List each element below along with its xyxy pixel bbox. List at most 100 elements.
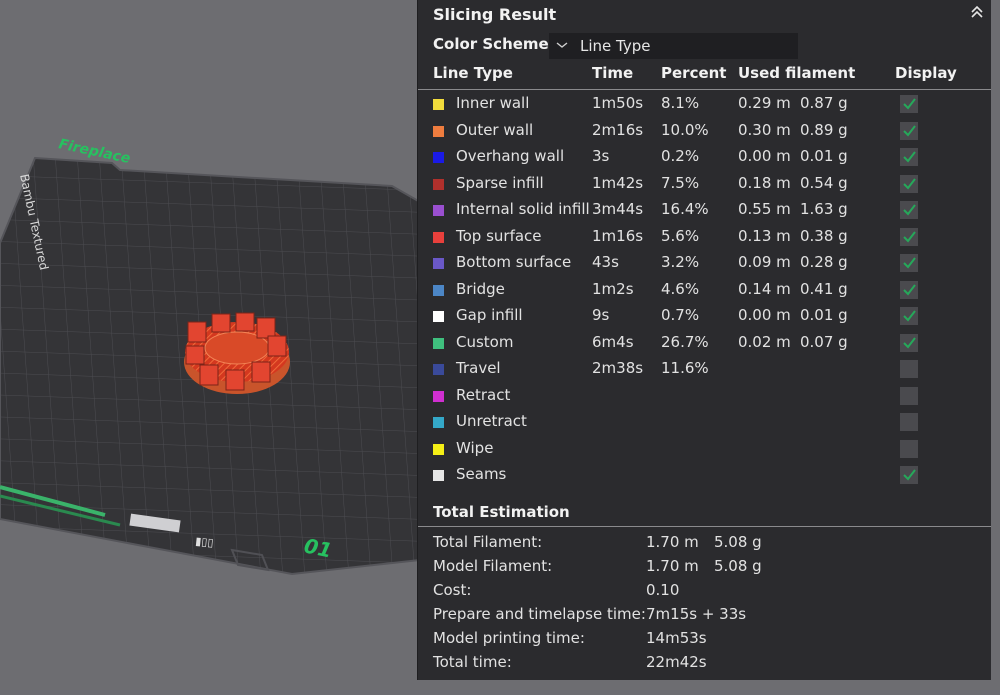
check-icon [903,469,916,481]
header-percent: Percent [661,64,727,82]
line-type-row: Seams [418,462,991,488]
total-label: Prepare and timelapse time: [433,605,646,623]
color-swatch [433,231,444,243]
line-type-name: Internal solid infill [456,200,590,218]
slicing-result-panel: Slicing Result Color Scheme Line Type Li… [417,0,991,680]
check-icon [903,230,916,243]
line-type-time: 2m16s [592,120,644,139]
check-icon [903,151,916,163]
line-type-row: Bridge 1m2s 4.6% 0.14 m 0.41 g [418,277,991,303]
total-label: Model Filament: [433,557,553,575]
check-icon [903,177,916,190]
total-estimation-title: Total Estimation [433,503,570,521]
display-checkbox[interactable] [900,466,918,484]
line-type-name: Gap infill [456,306,523,324]
line-type-time: 3m44s [592,200,644,218]
line-type-weight: 0.89 g [800,120,848,139]
sliced-model[interactable] [184,312,290,394]
line-type-row: Unretract [418,409,991,435]
display-checkbox[interactable] [900,360,918,378]
header-used-filament: Used filament [738,64,856,82]
line-type-length: 0.02 m [738,332,791,351]
line-type-time: 1m42s [592,173,644,192]
line-type-time: 1m2s [592,279,634,298]
line-type-name: Overhang wall [456,147,565,165]
line-type-weight: 0.07 g [800,332,848,351]
check-icon [903,310,916,322]
line-type-name: Wipe [456,438,494,457]
header-time: Time [592,64,634,82]
total-label: Total Filament: [433,533,543,551]
display-checkbox[interactable] [900,413,918,431]
line-type-row: Inner wall 1m50s 8.1% 0.29 m 0.87 g [418,91,991,117]
display-checkbox[interactable] [900,148,918,166]
line-type-row: Gap infill 9s 0.7% 0.00 m 0.01 g [418,303,991,329]
collapse-button[interactable] [967,2,987,22]
total-label: Cost: [433,581,472,599]
line-type-name: Seams [456,465,507,483]
color-swatch [433,337,444,349]
line-type-percent: 0.7% [661,306,700,324]
color-scheme-dropdown[interactable]: Line Type [549,33,798,59]
line-type-name: Outer wall [456,120,534,139]
header-display: Display [895,64,957,82]
line-type-row: Bottom surface 43s 3.2% 0.09 m 0.28 g [418,250,991,276]
color-swatch [433,125,444,137]
line-type-weight: 1.63 g [800,200,848,218]
line-type-percent: 10.0% [661,120,709,139]
header-line-type: Line Type [433,64,513,82]
display-checkbox[interactable] [900,386,918,405]
total-row: Total Filament: 1.70 m 5.08 g [418,531,991,555]
line-type-length: 0.00 m [738,306,791,324]
display-checkbox[interactable] [900,95,918,113]
display-checkbox[interactable] [900,174,918,193]
display-checkbox[interactable] [900,201,918,219]
color-swatch [433,258,444,269]
display-checkbox[interactable] [900,280,918,299]
line-type-percent: 7.5% [661,173,700,192]
line-type-length: 0.00 m [738,147,791,165]
line-type-length: 0.09 m [738,253,791,271]
display-checkbox[interactable] [900,121,918,140]
color-swatch [433,205,444,216]
line-type-name: Custom [456,332,514,351]
color-swatch [433,364,444,375]
line-type-weight: 0.01 g [800,306,848,324]
display-checkbox[interactable] [900,439,918,458]
line-type-percent: 3.2% [661,253,700,271]
total-row: Cost: 0.10 [418,579,991,603]
line-type-time: 3s [592,147,610,165]
line-type-name: Bridge [456,279,505,298]
line-type-percent: 4.6% [661,279,700,298]
total-value: 14m53s [646,629,707,647]
line-type-row: Retract [418,383,991,409]
check-icon [903,98,916,110]
line-type-time: 2m38s [592,359,644,377]
line-type-weight: 0.41 g [800,279,848,298]
total-value-secondary: 5.08 g [714,533,762,551]
total-label: Total time: [433,653,512,671]
display-checkbox[interactable] [900,307,918,325]
color-swatch [433,443,444,455]
check-icon [903,204,916,216]
line-type-row: Overhang wall 3s 0.2% 0.00 m 0.01 g [418,144,991,170]
svg-text:▮▯▯: ▮▯▯ [195,535,214,550]
total-row: Prepare and timelapse time: 7m15s + 33s [418,603,991,627]
line-type-percent: 0.2% [661,147,700,165]
display-checkbox[interactable] [900,254,918,272]
line-type-time: 43s [592,253,619,271]
line-type-name: Unretract [456,412,527,430]
line-type-weight: 0.54 g [800,173,848,192]
line-type-row: Custom 6m4s 26.7% 0.02 m 0.07 g [418,330,991,356]
color-swatch [433,417,444,428]
total-value: 7m15s + 33s [646,605,747,623]
line-type-name: Travel [456,359,501,377]
double-chevron-up-icon [971,5,983,18]
display-checkbox[interactable] [900,227,918,246]
total-value: 1.70 m [646,557,699,575]
total-divider [418,526,991,527]
line-type-percent: 26.7% [661,332,709,351]
color-swatch [433,152,444,163]
display-checkbox[interactable] [900,333,918,352]
panel-title: Slicing Result [433,5,557,24]
